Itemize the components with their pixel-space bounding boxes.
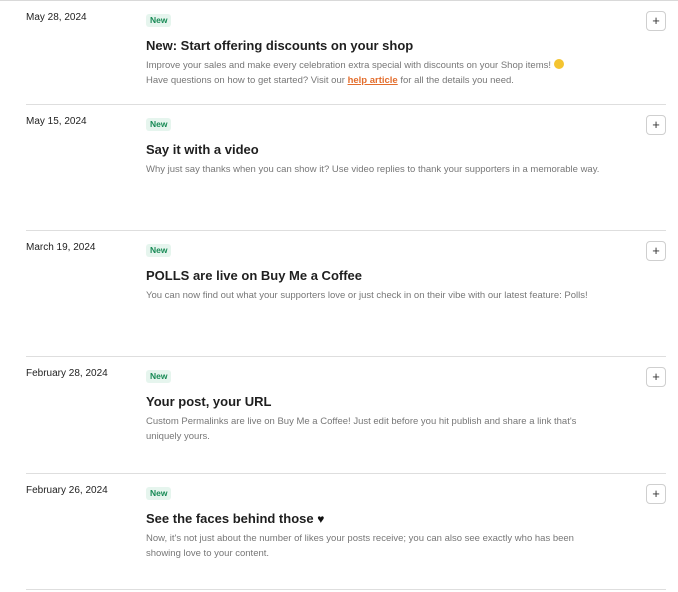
description-text: Have questions on how to get started? Vi… bbox=[146, 74, 345, 86]
update-body: New New: Start offering discounts on you… bbox=[146, 10, 606, 88]
update-date: March 19, 2024 bbox=[26, 242, 96, 253]
description-text: Improve your sales and make every celebr… bbox=[146, 60, 552, 71]
update-entry: February 26, 2024 New See the faces behi… bbox=[26, 474, 666, 590]
updates-feed: May 28, 2024 New New: Start offering dis… bbox=[26, 1, 666, 590]
update-date: February 26, 2024 bbox=[26, 485, 108, 496]
expand-button[interactable]: + bbox=[646, 11, 666, 31]
update-title: See the faces behind those ♥ bbox=[146, 511, 606, 527]
update-title: New: Start offering discounts on your sh… bbox=[146, 38, 414, 53]
plus-icon: + bbox=[652, 243, 660, 258]
expand-button[interactable]: + bbox=[646, 367, 666, 387]
plus-icon: + bbox=[652, 13, 660, 28]
update-description: Now, it's not just about the number of l… bbox=[146, 533, 574, 559]
update-entry: February 28, 2024 New Your post, your UR… bbox=[26, 357, 666, 474]
title-text: See the faces behind those bbox=[146, 511, 314, 526]
plus-icon: + bbox=[652, 486, 660, 501]
update-date: May 28, 2024 bbox=[26, 12, 87, 23]
update-description: Why just say thanks when you can show it… bbox=[146, 164, 600, 175]
update-body: New POLLS are live on Buy Me a Coffee Yo… bbox=[146, 240, 606, 304]
new-badge: New bbox=[146, 118, 172, 131]
new-badge: New bbox=[146, 244, 172, 257]
new-badge: New bbox=[146, 487, 172, 500]
update-entry: March 19, 2024 New POLLS are live on Buy… bbox=[26, 231, 666, 357]
update-date: May 15, 2024 bbox=[26, 116, 87, 127]
help-article-link[interactable]: help article bbox=[348, 75, 398, 86]
heart-icon: ♥ bbox=[317, 512, 325, 526]
expand-button[interactable]: + bbox=[646, 484, 666, 504]
thinking-face-icon bbox=[553, 59, 564, 69]
plus-icon: + bbox=[652, 117, 660, 132]
new-badge: New bbox=[146, 370, 172, 383]
update-title: Say it with a video bbox=[146, 142, 259, 157]
update-entry: May 28, 2024 New New: Start offering dis… bbox=[26, 1, 666, 105]
update-description: You can now find out what your supporter… bbox=[146, 290, 588, 301]
update-date: February 28, 2024 bbox=[26, 368, 108, 379]
new-badge: New bbox=[146, 14, 172, 27]
update-body: New Say it with a video Why just say tha… bbox=[146, 114, 606, 178]
expand-button[interactable]: + bbox=[646, 241, 666, 261]
update-body: New Your post, your URL Custom Permalink… bbox=[146, 366, 606, 444]
description-text: for all the details you need. bbox=[400, 74, 514, 86]
plus-icon: + bbox=[652, 369, 660, 384]
update-entry: May 15, 2024 New Say it with a video Why… bbox=[26, 105, 666, 231]
update-title: POLLS are live on Buy Me a Coffee bbox=[146, 268, 362, 283]
update-body: New See the faces behind those ♥ Now, it… bbox=[146, 483, 606, 561]
update-description: Improve your sales and make every celebr… bbox=[146, 59, 606, 88]
expand-button[interactable]: + bbox=[646, 115, 666, 135]
update-description: Custom Permalinks are live on Buy Me a C… bbox=[146, 416, 577, 442]
update-title: Your post, your URL bbox=[146, 394, 272, 409]
